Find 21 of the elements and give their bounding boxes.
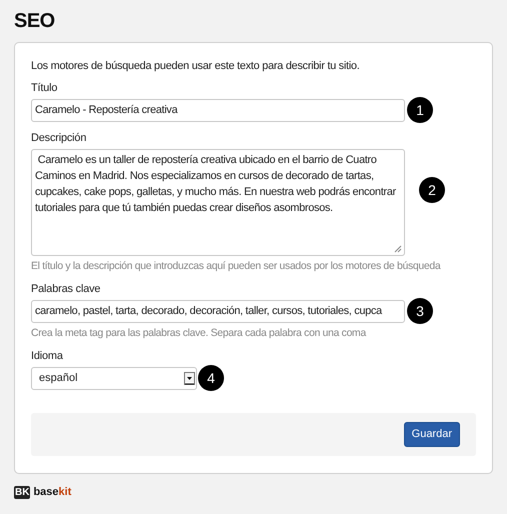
text-field[interactable]: caramelo, pastel, tarta, decorado, decoración, taller, cursos, tutoriales, cupca <box>31 300 405 323</box>
logo-wordmark: basekit <box>33 485 72 500</box>
logo-mark: BK <box>14 486 30 499</box>
page-title: SEO <box>14 9 56 34</box>
select-value: español <box>39 371 78 386</box>
field-label: Palabras clave <box>31 282 102 296</box>
description-textarea[interactable]: Caramelo es un taller de repostería creativa ubicado en el barrio de Cuatro Caminos en Madrid. Nos especializamos en cursos de decorado de tartas, cupcakes, cake pops, galletas, y mucho más. En nuestra web podrás encontrar tutoriales para que tú también puedas crear diseños asombrosos. <box>31 149 405 256</box>
field-label: Idioma <box>31 349 64 363</box>
resize-grip-icon[interactable] <box>394 245 402 253</box>
callout-marker: 2 <box>419 177 445 203</box>
save-button[interactable]: Guardar <box>404 422 460 447</box>
callout-marker: 3 <box>407 298 433 324</box>
language-select[interactable]: español <box>31 367 197 390</box>
field-label: Título <box>31 81 58 95</box>
intro-text: Los motores de búsqueda pueden usar este texto para describir tu sitio. <box>31 59 360 73</box>
callout-marker: 1 <box>407 97 433 123</box>
help-text: Crea la meta tag para las palabras clave. Separa cada palabra con una coma <box>31 326 366 340</box>
help-text: El título y la descripción que introduzcas aquí pueden ser usados por los motores de búsqueda <box>31 259 440 273</box>
callout-marker: 4 <box>198 365 224 391</box>
text-field[interactable]: Caramelo - Repostería creativa <box>31 99 405 122</box>
field-label: Descripción <box>31 131 88 145</box>
